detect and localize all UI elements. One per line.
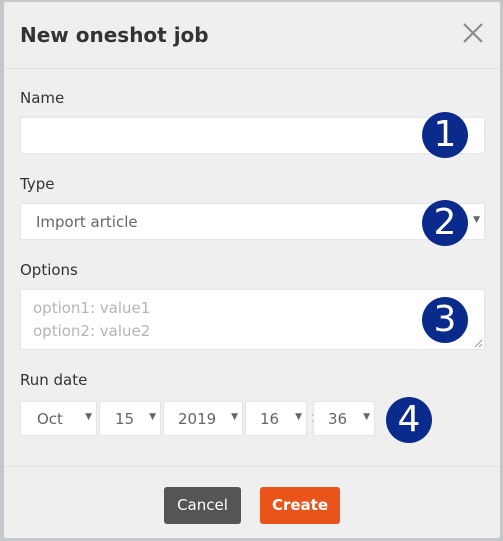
options-textarea[interactable]: option1: value1 option2: value2 [20, 289, 485, 350]
run-date-label: Run date [20, 371, 88, 389]
chevron-down-icon: ▼ [231, 412, 238, 422]
cancel-button[interactable]: Cancel [164, 487, 241, 524]
chevron-down-icon: ▼ [85, 412, 92, 422]
options-placeholder: option1: value1 option2: value2 [33, 299, 151, 340]
new-job-dialog: New oneshot job Name Type Import article… [3, 1, 501, 539]
chevron-down-icon: ▼ [473, 215, 480, 225]
annotation-badge-4: 4 [386, 397, 432, 443]
chevron-down-icon: ▼ [363, 412, 370, 422]
hour-select[interactable]: 16 ▼ [245, 401, 307, 436]
options-label: Options [20, 261, 78, 279]
annotation-badge-3: 3 [422, 297, 468, 343]
dialog-title: New oneshot job [20, 23, 209, 47]
annotation-badge-2: 2 [422, 200, 468, 246]
year-select[interactable]: 2019 ▼ [163, 401, 243, 436]
chevron-down-icon: ▼ [295, 412, 302, 422]
name-input[interactable] [20, 117, 485, 154]
resize-grip-icon[interactable] [474, 339, 483, 348]
minute-select[interactable]: 36 ▼ [313, 401, 375, 436]
day-select[interactable]: 15 ▼ [99, 401, 161, 436]
dialog-header: New oneshot job [4, 2, 500, 69]
hour-value: 16 [260, 410, 280, 428]
day-value: 15 [115, 410, 135, 428]
name-label: Name [20, 89, 65, 107]
create-button[interactable]: Create [260, 487, 340, 524]
minute-value: 36 [328, 410, 348, 428]
month-value: Oct [37, 410, 63, 428]
annotation-badge-1: 1 [422, 112, 468, 158]
close-icon[interactable] [460, 20, 486, 46]
type-select[interactable]: Import article ▼ [20, 203, 485, 240]
year-value: 2019 [178, 410, 217, 428]
chevron-down-icon: ▼ [149, 412, 156, 422]
type-select-value: Import article [36, 213, 138, 231]
dialog-footer: Cancel Create [4, 466, 500, 540]
type-label: Type [20, 175, 55, 193]
month-select[interactable]: Oct ▼ [20, 401, 97, 436]
